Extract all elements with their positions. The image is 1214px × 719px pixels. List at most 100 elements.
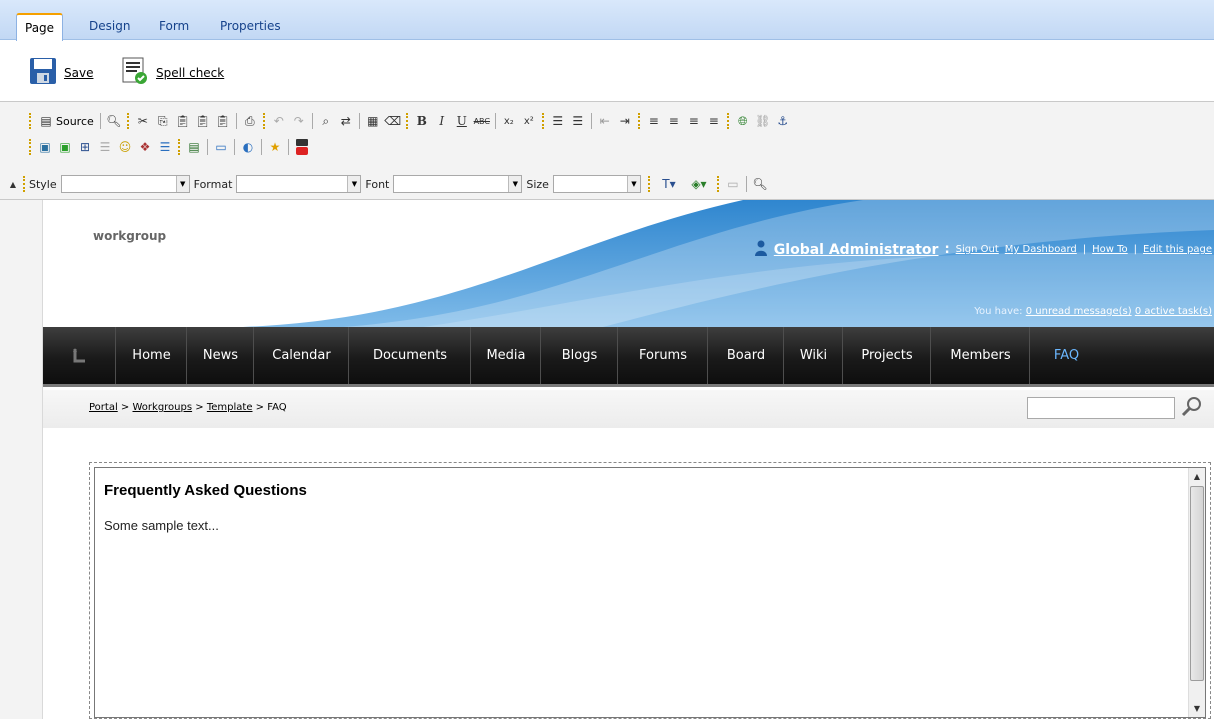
smiley-icon[interactable]: ☺ xyxy=(115,137,135,157)
redo-icon[interactable]: ↷ xyxy=(289,111,309,131)
spell-check-button[interactable]: Spell check xyxy=(121,57,224,88)
strikethrough-icon[interactable]: ABC xyxy=(472,111,492,131)
tab-properties[interactable]: Properties xyxy=(212,13,289,40)
find-icon[interactable]: ⌕ xyxy=(316,111,336,131)
underline-icon[interactable]: U xyxy=(452,111,472,131)
paste-icon[interactable]: 📋︎ xyxy=(173,111,193,131)
nav-projects[interactable]: Projects xyxy=(844,327,931,384)
scroll-down-icon[interactable]: ▼ xyxy=(1189,700,1205,717)
indent-icon[interactable]: ⇥ xyxy=(615,111,635,131)
back-arrow-icon xyxy=(73,347,85,362)
toolbar-grip[interactable] xyxy=(29,113,32,129)
bulleted-list-icon[interactable]: ☰ xyxy=(568,111,588,131)
nav-home-icon-link[interactable] xyxy=(43,327,116,384)
nav-blogs[interactable]: Blogs xyxy=(542,327,618,384)
star-icon[interactable]: ★ xyxy=(265,137,285,157)
link-icon[interactable]: 🌐︎ xyxy=(733,111,753,131)
page-break-icon[interactable]: ☰ xyxy=(155,137,175,157)
save-button[interactable]: Save xyxy=(29,57,93,88)
template-icon[interactable]: ▤ xyxy=(184,137,204,157)
image-icon[interactable]: ▣ xyxy=(35,137,55,157)
anchor-icon[interactable]: ⚓ xyxy=(773,111,793,131)
edit-page-link[interactable]: Edit this page xyxy=(1143,244,1212,255)
special-char-icon[interactable]: ❖ xyxy=(135,137,155,157)
source-button[interactable]: ▤ Source xyxy=(35,111,97,131)
nav-forums[interactable]: Forums xyxy=(619,327,708,384)
nav-news[interactable]: News xyxy=(188,327,254,384)
tab-page[interactable]: Page xyxy=(16,13,64,41)
nav-members[interactable]: Members xyxy=(932,327,1030,384)
paste-word-icon[interactable]: 📋︎ xyxy=(213,111,233,131)
align-left-icon[interactable]: ≡ xyxy=(644,111,664,131)
undo-icon[interactable]: ↶ xyxy=(269,111,289,131)
horizontal-rule-icon[interactable]: ☰ xyxy=(95,137,115,157)
show-blocks-icon[interactable]: 🔍︎ xyxy=(750,174,770,194)
print-icon[interactable]: ⎙ xyxy=(240,111,260,131)
format-select[interactable]: ▼ xyxy=(236,175,362,193)
breadcrumb-bar: Portal > Workgroups > Template > FAQ xyxy=(43,390,1214,428)
nav-faq[interactable]: FAQ xyxy=(1031,327,1102,384)
superscript-icon[interactable]: x² xyxy=(519,111,539,131)
format-combo[interactable]: Format ▼ xyxy=(194,175,362,193)
scroll-up-icon[interactable]: ▲ xyxy=(1189,468,1205,485)
replace-icon[interactable]: ⇄ xyxy=(336,111,356,131)
size-select[interactable]: ▼ xyxy=(552,175,641,193)
breadcrumb-workgroups[interactable]: Workgroups xyxy=(133,402,193,413)
remove-format-icon[interactable]: ⌫ xyxy=(383,111,403,131)
paste-text-icon[interactable]: 📋︎ xyxy=(193,111,213,131)
maximize-icon[interactable]: ▭ xyxy=(723,174,743,194)
sign-out-link[interactable]: Sign Out xyxy=(956,244,999,255)
copy-icon[interactable]: ⎘ xyxy=(153,111,173,131)
my-dashboard-link[interactable]: My Dashboard xyxy=(1005,244,1077,255)
font-select[interactable]: ▼ xyxy=(393,175,523,193)
flash-icon[interactable]: ◐ xyxy=(238,137,258,157)
nav-media[interactable]: Media xyxy=(472,327,541,384)
tab-design[interactable]: Design xyxy=(81,13,138,40)
user-icon xyxy=(754,240,768,259)
text-color-icon[interactable]: T▾ xyxy=(654,174,684,194)
collapse-toolbar-icon[interactable]: ▲ xyxy=(6,174,20,194)
background-color-icon[interactable]: ◈▾ xyxy=(684,174,714,194)
unread-messages-link[interactable]: 0 unread message(s) xyxy=(1026,306,1132,317)
body-text: Some sample text... xyxy=(104,518,219,533)
search-icon[interactable] xyxy=(1181,396,1203,421)
size-combo[interactable]: Size ▼ xyxy=(526,175,641,193)
style-combo[interactable]: Style ▼ xyxy=(29,175,190,193)
breadcrumb-template[interactable]: Template xyxy=(207,402,253,413)
preview-icon[interactable]: 🔍︎ xyxy=(104,111,124,131)
nav-board[interactable]: Board xyxy=(709,327,784,384)
subscript-icon[interactable]: x₂ xyxy=(499,111,519,131)
unlink-icon[interactable]: ⛓ xyxy=(753,111,773,131)
select-all-icon[interactable]: ▦ xyxy=(363,111,383,131)
admin-name-link[interactable]: Global Administrator xyxy=(774,242,939,258)
youtube-icon[interactable] xyxy=(292,137,312,157)
insert-image-icon[interactable]: ▣ xyxy=(55,137,75,157)
align-justify-icon[interactable]: ≡ xyxy=(704,111,724,131)
nav-calendar[interactable]: Calendar xyxy=(255,327,349,384)
how-to-link[interactable]: How To xyxy=(1092,244,1128,255)
nav-wiki[interactable]: Wiki xyxy=(785,327,843,384)
spell-check-icon xyxy=(121,57,149,88)
save-label: Save xyxy=(64,65,94,80)
table-icon[interactable]: ⊞ xyxy=(75,137,95,157)
nav-home[interactable]: Home xyxy=(117,327,187,384)
outdent-icon[interactable]: ⇤ xyxy=(595,111,615,131)
breadcrumb-current: FAQ xyxy=(267,402,287,413)
editor-frame[interactable]: Frequently Asked Questions Some sample t… xyxy=(94,467,1206,718)
style-select[interactable]: ▼ xyxy=(60,175,190,193)
media-icon[interactable]: ▭ xyxy=(211,137,231,157)
breadcrumb-portal[interactable]: Portal xyxy=(89,402,118,413)
vertical-scrollbar[interactable]: ▲ ▼ xyxy=(1188,468,1205,717)
tab-form[interactable]: Form xyxy=(151,13,197,40)
bold-icon[interactable]: B xyxy=(412,111,432,131)
nav-documents[interactable]: Documents xyxy=(350,327,471,384)
scroll-thumb[interactable] xyxy=(1190,486,1204,681)
align-center-icon[interactable]: ≡ xyxy=(664,111,684,131)
cut-icon[interactable]: ✂ xyxy=(133,111,153,131)
italic-icon[interactable]: I xyxy=(432,111,452,131)
active-tasks-link[interactable]: 0 active task(s) xyxy=(1135,306,1212,317)
font-combo[interactable]: Font ▼ xyxy=(365,175,523,193)
align-right-icon[interactable]: ≡ xyxy=(684,111,704,131)
search-input[interactable] xyxy=(1027,397,1175,419)
numbered-list-icon[interactable]: ☰ xyxy=(548,111,568,131)
